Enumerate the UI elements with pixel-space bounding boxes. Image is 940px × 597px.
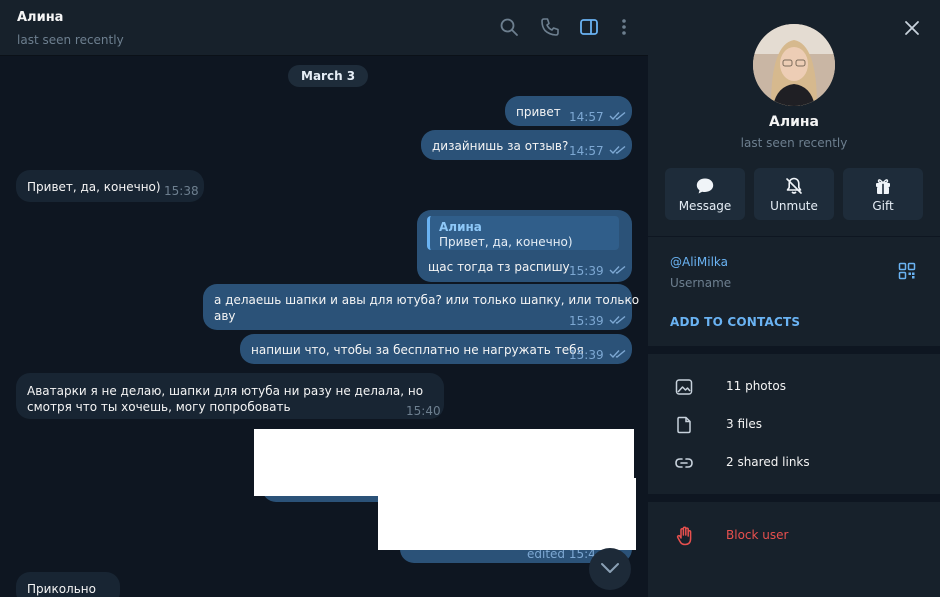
chat-area: Алина last seen recently March 3 привет … xyxy=(0,0,648,597)
message-outgoing-reply[interactable]: Алина Привет, да, конечно) щас тогда тз … xyxy=(417,210,632,282)
message-button[interactable]: Message xyxy=(665,168,745,220)
block-user-label: Block user xyxy=(726,528,789,542)
link-icon xyxy=(674,453,694,473)
bell-off-icon xyxy=(784,176,804,196)
message-time: 15:39 xyxy=(569,264,604,278)
message-time: 14:57 xyxy=(569,144,604,158)
message-incoming[interactable]: Привет, да, конечно) 15:38 xyxy=(16,170,204,202)
message-text: напиши что, чтобы за бесплатно не нагруж… xyxy=(251,343,584,357)
message-incoming[interactable]: Прикольно xyxy=(16,572,120,597)
message-text-line: смотря что ты хочешь, могу попробовать xyxy=(27,400,291,414)
chat-header[interactable]: Алина last seen recently xyxy=(0,0,648,56)
unmute-button[interactable]: Unmute xyxy=(754,168,834,220)
profile-status: last seen recently xyxy=(740,136,848,150)
gift-button-label: Gift xyxy=(872,199,894,213)
divider xyxy=(648,236,940,237)
reply-author: Алина xyxy=(439,220,482,234)
files-count: 3 files xyxy=(726,417,762,431)
chat-contact-name[interactable]: Алина xyxy=(17,10,63,25)
unmute-button-label: Unmute xyxy=(770,199,818,213)
files-row[interactable]: 3 files xyxy=(648,406,940,444)
message-outgoing[interactable]: привет 14:57 xyxy=(505,96,632,126)
block-user-button[interactable]: Block user xyxy=(648,518,940,554)
message-time: 15:38 xyxy=(164,184,199,198)
photos-row[interactable]: 11 photos xyxy=(648,368,940,406)
message-button-label: Message xyxy=(678,199,732,213)
phone-icon[interactable] xyxy=(539,16,561,38)
search-icon[interactable] xyxy=(498,16,520,38)
close-icon[interactable] xyxy=(902,18,922,38)
message-time: 15:39 xyxy=(569,314,604,328)
divider xyxy=(648,346,940,354)
gift-button[interactable]: Gift xyxy=(843,168,923,220)
message-time: 15:39 xyxy=(569,348,604,362)
read-checkmarks-icon xyxy=(609,111,627,121)
username-label: Username xyxy=(670,276,732,290)
links-count: 2 shared links xyxy=(726,455,810,469)
message-outgoing[interactable]: дизайнишь за отзыв? 14:57 xyxy=(421,130,632,160)
message-time: 15:40 xyxy=(406,404,441,418)
reply-text: Привет, да, конечно) xyxy=(439,235,573,249)
read-checkmarks-icon xyxy=(609,145,627,155)
message-text: дизайнишь за отзыв? xyxy=(432,139,569,153)
reply-quote[interactable]: Алина Привет, да, конечно) xyxy=(427,216,619,250)
read-checkmarks-icon xyxy=(609,315,627,325)
hand-stop-icon xyxy=(674,525,696,547)
message-text: привет xyxy=(516,105,561,119)
read-checkmarks-icon xyxy=(609,265,627,275)
avatar[interactable] xyxy=(753,24,835,106)
message-text-line: а делаешь шапки и авы для ютуба? или тол… xyxy=(214,293,640,307)
chat-contact-status: last seen recently xyxy=(17,33,124,47)
add-to-contacts-button[interactable]: ADD TO CONTACTS xyxy=(670,315,800,329)
chat-bubble-icon xyxy=(695,176,715,196)
divider xyxy=(648,494,940,502)
profile-name: Алина xyxy=(768,114,820,130)
photos-count: 11 photos xyxy=(726,379,786,393)
qr-code-icon[interactable] xyxy=(898,262,916,280)
gift-icon xyxy=(873,176,893,196)
message-text-line: Аватарки я не делаю, шапки для ютуба ни … xyxy=(27,384,424,398)
more-vertical-icon[interactable] xyxy=(613,16,635,38)
message-incoming[interactable]: Аватарки я не делаю, шапки для ютуба ни … xyxy=(16,373,444,419)
message-text-line: аву xyxy=(214,309,236,323)
message-text: Прикольно xyxy=(27,582,96,596)
message-outgoing[interactable]: напиши что, чтобы за бесплатно не нагруж… xyxy=(240,334,632,364)
sidebar-toggle-icon[interactable] xyxy=(578,16,600,38)
message-text: Привет, да, конечно) xyxy=(27,180,161,194)
profile-panel: Алина last seen recently Message Unmute … xyxy=(648,0,940,597)
date-separator: March 3 xyxy=(288,65,369,87)
links-row[interactable]: 2 shared links xyxy=(648,444,940,482)
chevron-down-icon xyxy=(601,563,619,573)
read-checkmarks-icon xyxy=(609,349,627,359)
message-text: щас тогда тз распишу xyxy=(428,260,570,274)
redacted-area xyxy=(378,478,636,550)
message-outgoing[interactable]: а делаешь шапки и авы для ютуба? или тол… xyxy=(203,284,639,330)
photo-icon xyxy=(674,377,694,397)
scroll-to-bottom-button[interactable] xyxy=(589,548,631,590)
username-value[interactable]: @AliMilka xyxy=(670,255,728,269)
message-time: 14:57 xyxy=(569,110,604,124)
file-icon xyxy=(674,415,694,435)
